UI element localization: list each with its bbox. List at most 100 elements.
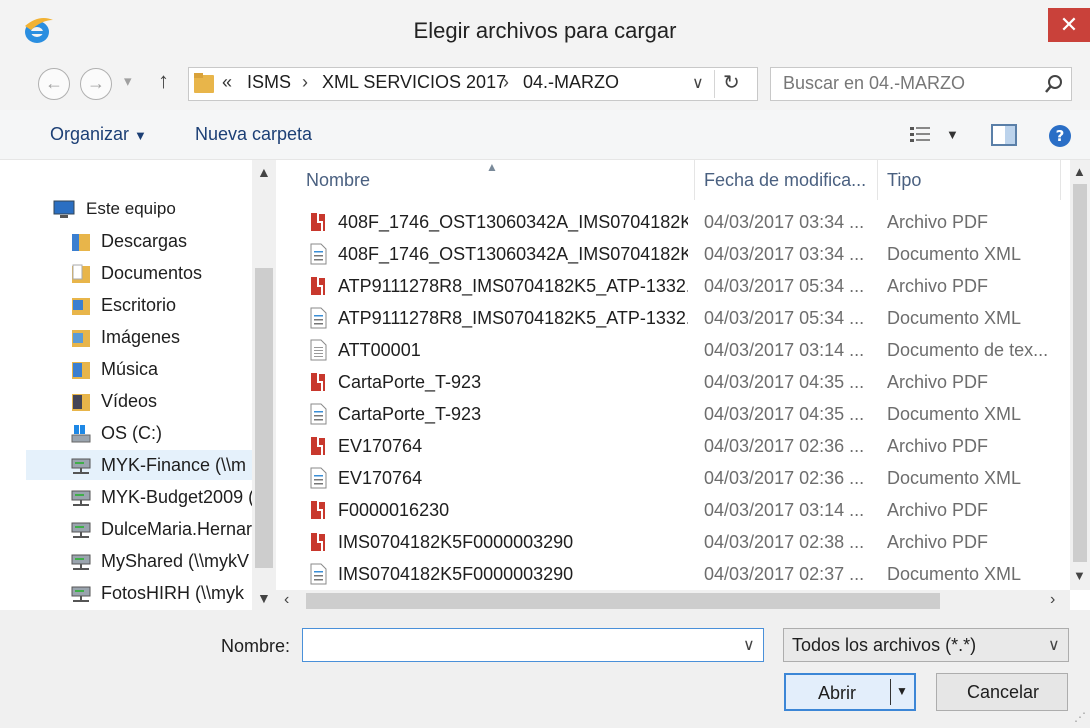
file-name: EV170764 xyxy=(338,468,423,488)
navigation-pane-scrollbar[interactable]: ▲ ▼ xyxy=(252,160,276,610)
file-name: EV170764 xyxy=(338,436,423,456)
sidebar-item-os-c[interactable]: OS (C:) xyxy=(26,418,252,448)
forward-button[interactable]: → xyxy=(80,68,112,100)
scroll-up-icon[interactable]: ▲ xyxy=(1073,164,1086,179)
search-input[interactable]: Buscar en 04.-MARZO xyxy=(783,73,965,94)
file-row[interactable]: IMS0704182K5F0000003290 04/03/2017 02:38… xyxy=(290,526,1070,558)
sidebar-item-escritorio[interactable]: Escritorio xyxy=(26,290,252,320)
file-row[interactable]: ATP9111278R8_IMS0704182K5_ATP-1332... 04… xyxy=(290,270,1070,302)
caret-down-icon[interactable]: ▼ xyxy=(896,684,908,698)
sidebar-item-label: MYK-Finance (\\m xyxy=(101,455,247,475)
file-type-filter-value: Todos los archivos (*.*) xyxy=(792,635,977,655)
file-row[interactable]: CartaPorte_T-923 04/03/2017 04:35 ... Ar… xyxy=(290,366,1070,398)
cancel-button-label: Cancelar xyxy=(967,682,1040,702)
sidebar-item-imagenes[interactable]: Imágenes xyxy=(26,322,252,352)
downloads-folder-icon xyxy=(70,231,92,253)
pdf-file-icon xyxy=(308,211,328,233)
scroll-left-icon[interactable]: ‹ xyxy=(284,591,289,609)
sidebar-item-fotoshirh[interactable]: FotosHIRH (\\myk xyxy=(26,578,252,608)
cancel-button[interactable]: Cancelar xyxy=(936,673,1068,711)
view-options-icon[interactable] xyxy=(908,124,934,146)
open-button[interactable]: Abrir ▼ xyxy=(784,673,916,711)
file-row[interactable]: 408F_1746_OST13060342A_IMS0704182K5 04/0… xyxy=(290,238,1070,270)
column-header-date[interactable]: Fecha de modifica... xyxy=(704,170,866,191)
column-divider[interactable] xyxy=(877,160,878,200)
sidebar-item-label: DulceMaria.Hernar xyxy=(101,519,253,539)
breadcrumb-item-xml-servicios[interactable]: XML SERVICIOS 2017 xyxy=(322,72,506,93)
file-type: Archivo PDF xyxy=(887,500,989,520)
file-row[interactable]: F0000016230 04/03/2017 03:14 ... Archivo… xyxy=(290,494,1070,526)
address-dropdown-button[interactable]: ∨ xyxy=(692,73,704,93)
column-divider[interactable] xyxy=(1060,160,1061,200)
sidebar-item-musica[interactable]: Música xyxy=(26,354,252,384)
help-icon[interactable]: ? xyxy=(1048,124,1072,148)
search-icon[interactable] xyxy=(1044,74,1064,94)
file-row[interactable]: CartaPorte_T-923 04/03/2017 04:35 ... Do… xyxy=(290,398,1070,430)
file-row[interactable]: 408F_1746_OST13060342A_IMS0704182K5 04/0… xyxy=(290,206,1070,238)
scroll-down-icon[interactable]: ▼ xyxy=(1073,568,1086,583)
file-list-header: ▲ Nombre Fecha de modifica... Tipo xyxy=(290,160,1070,200)
sidebar-item-myk-finance[interactable]: MYK-Finance (\\m xyxy=(26,450,252,480)
chevron-down-icon: ▾ xyxy=(124,73,132,90)
file-row[interactable]: ATP9111278R8_IMS0704182K5_ATP-1332... 04… xyxy=(290,302,1070,334)
sidebar-item-descargas[interactable]: Descargas xyxy=(26,226,252,256)
pdf-file-icon xyxy=(308,275,328,297)
network-drive-icon xyxy=(70,455,92,477)
file-row[interactable]: EV170764 04/03/2017 02:36 ... Archivo PD… xyxy=(290,430,1070,462)
column-header-name[interactable]: Nombre xyxy=(306,170,370,191)
back-button[interactable]: ← xyxy=(38,68,70,100)
column-divider[interactable] xyxy=(694,160,695,200)
new-folder-button[interactable]: Nueva carpeta xyxy=(195,124,312,145)
scroll-up-icon[interactable]: ▲ xyxy=(257,164,271,180)
split-divider xyxy=(890,679,891,705)
documents-folder-icon xyxy=(70,263,92,285)
sidebar-item-myshared[interactable]: MyShared (\\mykV xyxy=(26,546,252,576)
window-title: Elegir archivos para cargar xyxy=(413,18,677,43)
scrollbar-thumb[interactable] xyxy=(306,593,940,609)
pdf-file-icon xyxy=(308,371,328,393)
breadcrumb-overflow[interactable]: « xyxy=(222,72,232,93)
sidebar-item-videos[interactable]: Vídeos xyxy=(26,386,252,416)
close-button[interactable]: ✕ xyxy=(1048,8,1090,42)
view-dropdown-icon[interactable]: ▼ xyxy=(946,127,959,142)
file-row[interactable]: EV170764 04/03/2017 02:36 ... Documento … xyxy=(290,462,1070,494)
file-name: ATP9111278R8_IMS0704182K5_ATP-1332... xyxy=(338,308,688,328)
file-list-horizontal-scrollbar[interactable]: ‹ › xyxy=(276,590,1070,612)
file-row[interactable]: ATT00001 04/03/2017 03:14 ... Documento … xyxy=(290,334,1070,366)
sidebar-item-documentos[interactable]: Documentos xyxy=(26,258,252,288)
file-name: ATP9111278R8_IMS0704182K5_ATP-1332... xyxy=(338,276,688,296)
sidebar-item-este-equipo[interactable]: Este equipo xyxy=(26,194,252,224)
breadcrumb-separator[interactable]: › xyxy=(503,72,509,93)
up-button[interactable]: ↑ xyxy=(158,68,169,94)
column-header-type[interactable]: Tipo xyxy=(887,170,921,191)
scroll-down-icon[interactable]: ▼ xyxy=(257,590,271,606)
file-list-vertical-scrollbar[interactable]: ▲ ▼ xyxy=(1070,160,1090,590)
refresh-button[interactable]: ↻ xyxy=(723,70,740,95)
breadcrumb-separator[interactable]: › xyxy=(302,72,308,93)
scrollbar-thumb[interactable] xyxy=(1073,184,1087,562)
organize-button[interactable]: Organizar ▼ xyxy=(50,124,147,145)
sidebar-item-dulcemaria[interactable]: DulceMaria.Hernar xyxy=(26,514,252,544)
up-arrow-icon: ↑ xyxy=(158,68,169,93)
desktop-folder-icon xyxy=(70,295,92,317)
breadcrumb-item-marzo[interactable]: 04.-MARZO xyxy=(523,72,619,93)
sidebar-item-myk-budget2009[interactable]: MYK-Budget2009 ( xyxy=(26,482,254,512)
navigation-pane[interactable]: Este equipo Descargas Documentos Escrito… xyxy=(26,160,276,610)
recent-locations-button[interactable]: ▾ xyxy=(124,72,132,90)
network-drive-icon xyxy=(70,583,92,605)
breadcrumb-item-isms[interactable]: ISMS xyxy=(247,72,291,93)
scroll-right-icon[interactable]: › xyxy=(1050,591,1055,609)
divider xyxy=(714,70,715,98)
pdf-file-icon xyxy=(308,499,328,521)
file-type: Documento XML xyxy=(887,404,1022,424)
file-date: 04/03/2017 03:34 ... xyxy=(704,244,865,264)
chevron-down-icon[interactable]: ∨ xyxy=(743,635,755,655)
preview-pane-icon[interactable] xyxy=(990,122,1018,148)
file-name-input[interactable]: ∨ xyxy=(302,628,764,662)
resize-grip-icon[interactable]: ⋰ xyxy=(1074,710,1086,724)
file-type: Archivo PDF xyxy=(887,532,989,552)
file-row[interactable]: IMS0704182K5F0000003290 04/03/2017 02:37… xyxy=(290,558,1070,590)
sidebar-item-label: Imágenes xyxy=(101,327,181,347)
file-type-filter-select[interactable]: Todos los archivos (*.*) ∨ xyxy=(783,628,1069,662)
scrollbar-thumb[interactable] xyxy=(255,268,273,568)
